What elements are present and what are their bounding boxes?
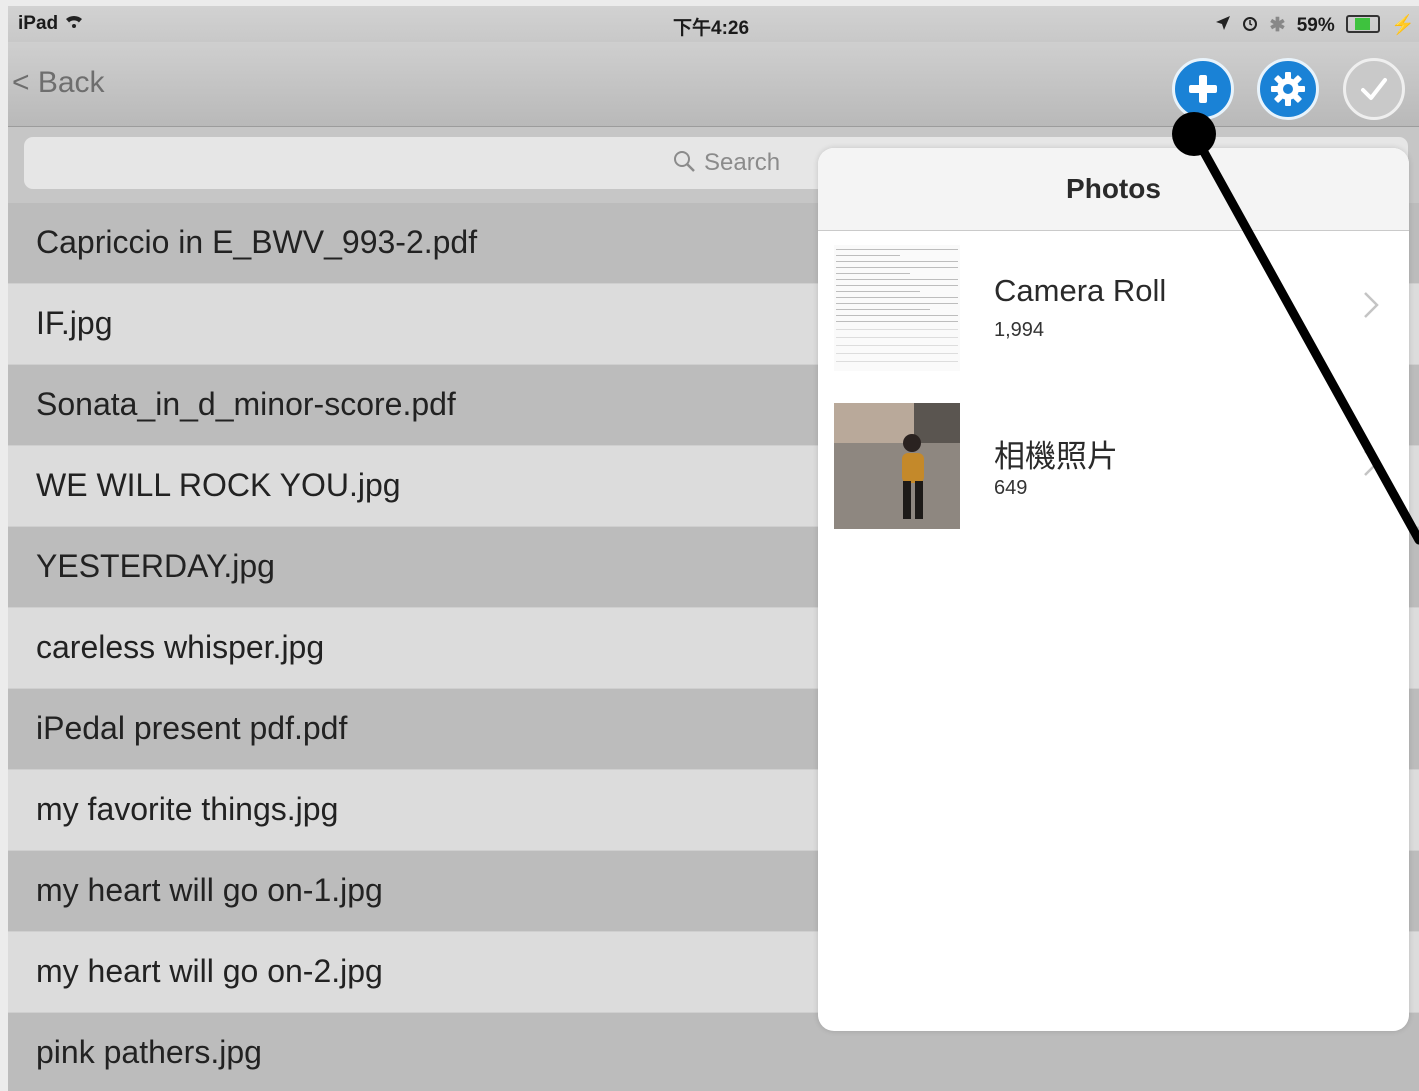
file-name: YESTERDAY.jpg: [36, 548, 275, 584]
wifi-icon: [64, 13, 84, 34]
battery-fill: [1355, 18, 1371, 30]
alarm-icon: [1242, 15, 1258, 36]
battery-icon: [1346, 15, 1381, 33]
file-name: iPedal present pdf.pdf: [36, 710, 348, 746]
album-row-camera-photos[interactable]: 相機照片 649: [818, 389, 1409, 547]
file-name: Sonata_in_d_minor-score.pdf: [36, 386, 456, 422]
search-icon: [672, 149, 696, 180]
location-icon: [1215, 15, 1231, 36]
status-bar: iPad 下午4:26 ✱ 59% ⚡: [8, 6, 1419, 42]
bluetooth-icon: ✱: [1269, 15, 1286, 36]
popover-header: Photos: [818, 148, 1409, 231]
album-row-camera-roll[interactable]: Camera Roll 1,994: [818, 231, 1409, 389]
status-left: iPad: [18, 13, 84, 35]
file-name: pink pathers.jpg: [36, 1034, 262, 1070]
album-count: 1,994: [994, 319, 1045, 341]
battery-percent: 59%: [1296, 15, 1335, 36]
file-name: careless whisper.jpg: [36, 629, 325, 665]
checkmark-icon: [1361, 78, 1387, 100]
album-thumbnail: [834, 403, 960, 529]
status-time: 下午4:26: [673, 18, 750, 39]
file-name: WE WILL ROCK YOU.jpg: [36, 467, 401, 503]
popover-title: Photos: [1066, 173, 1161, 204]
search-placeholder: Search: [672, 149, 780, 180]
done-button[interactable]: [1343, 58, 1405, 120]
settings-button[interactable]: [1257, 58, 1319, 120]
photos-popover: Photos Camera Roll 1,994 相機照片 649: [818, 148, 1409, 1031]
chevron-right-icon: [1363, 449, 1379, 482]
album-name: Camera Roll: [994, 273, 1167, 308]
add-button[interactable]: [1172, 58, 1234, 120]
album-count: 649: [994, 477, 1028, 499]
gear-icon: [1271, 72, 1305, 106]
navigation-bar: < Back: [8, 42, 1419, 127]
status-right: ✱ 59% ⚡: [1209, 13, 1415, 37]
add-icon: [1189, 75, 1217, 103]
file-name: my favorite things.jpg: [36, 791, 339, 827]
file-name: Capriccio in E_BWV_993-2.pdf: [36, 224, 478, 260]
album-thumbnail: [834, 245, 960, 371]
chevron-right-icon: [1363, 291, 1379, 324]
file-name: IF.jpg: [36, 305, 113, 341]
device-name: iPad: [18, 13, 59, 34]
file-name: my heart will go on-2.jpg: [36, 953, 383, 989]
charging-icon: ⚡: [1391, 15, 1415, 36]
file-name: my heart will go on-1.jpg: [36, 872, 383, 908]
search-placeholder-text: Search: [704, 149, 781, 176]
album-name: 相機照片: [994, 439, 1118, 474]
app-frame: iPad 下午4:26 ✱ 59% ⚡ < Back Search Capric…: [8, 6, 1419, 1091]
back-button[interactable]: < Back: [12, 66, 105, 100]
